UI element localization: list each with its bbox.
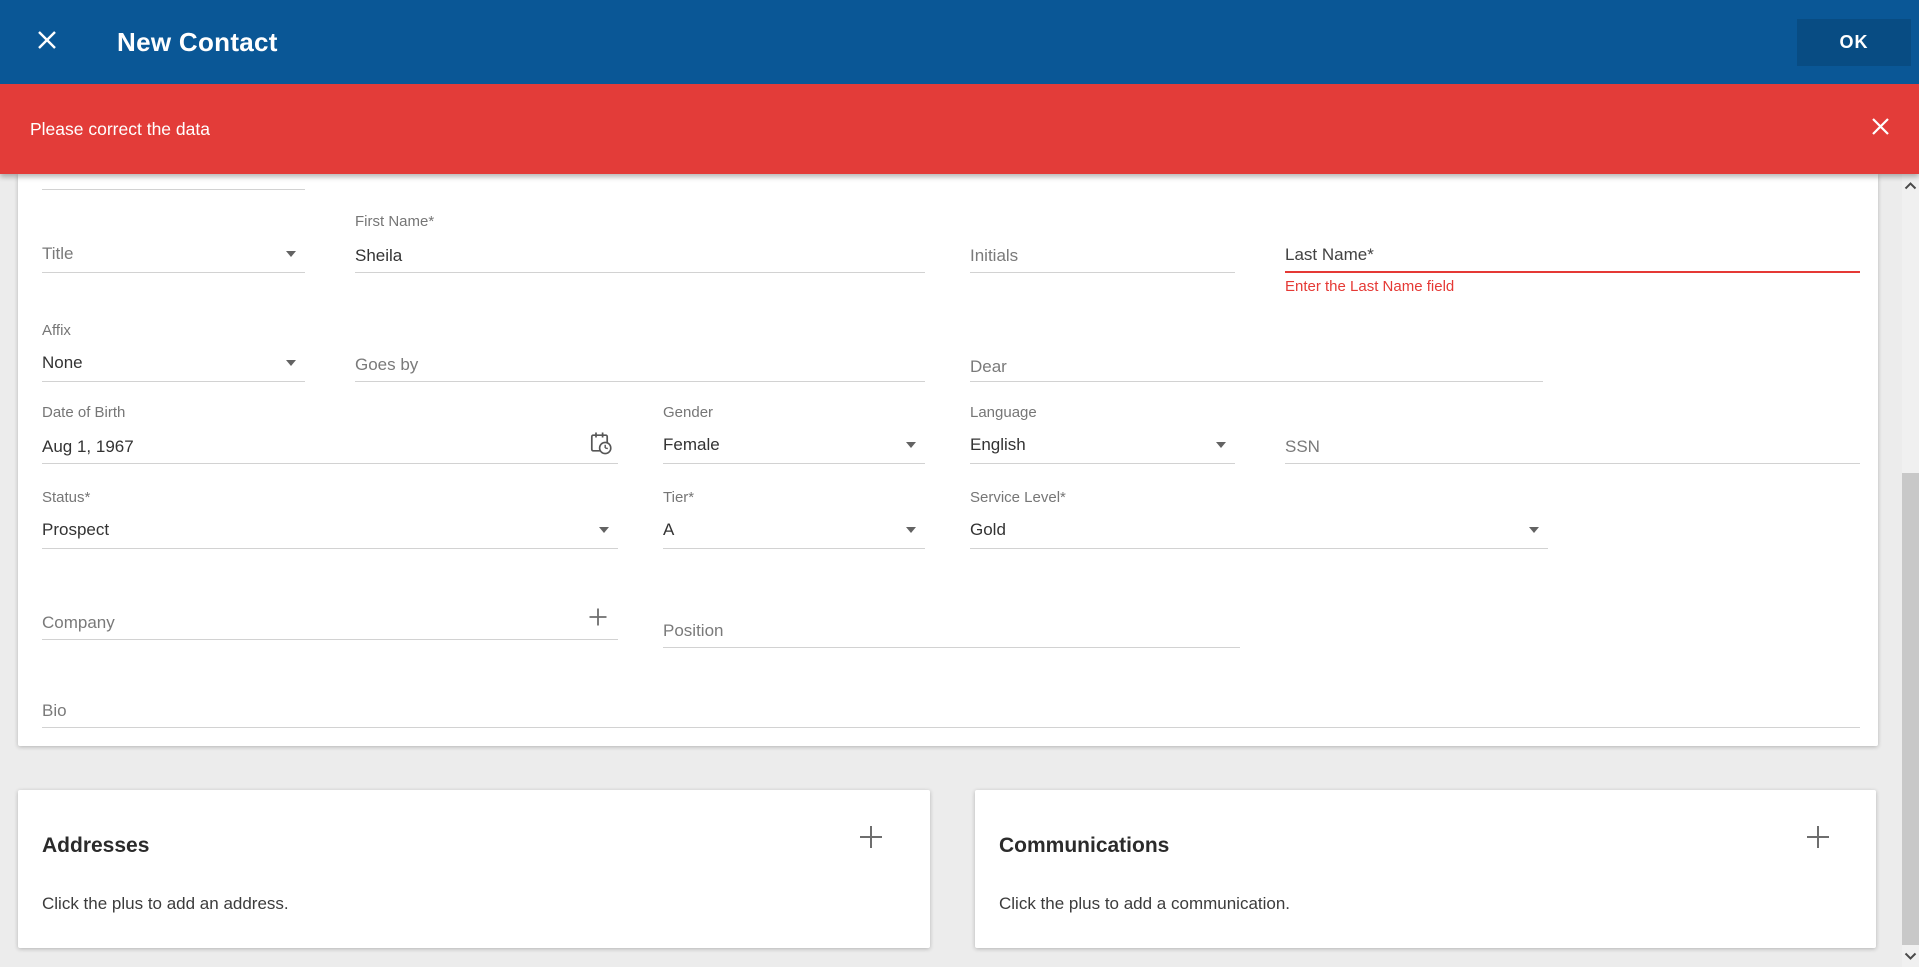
plus-icon <box>588 615 608 630</box>
last-name-input[interactable] <box>1285 245 1860 265</box>
addresses-hint: Click the plus to add an address. <box>42 894 289 914</box>
first-name-input[interactable] <box>355 246 925 266</box>
goes-by-input[interactable] <box>355 355 925 375</box>
tier-select[interactable]: Tier* A <box>663 479 925 549</box>
gender-select[interactable]: Gender Female <box>663 394 925 464</box>
bio-field-wrap <box>42 658 1860 728</box>
chevron-down-icon <box>1904 947 1917 965</box>
date-of-birth-label: Date of Birth <box>42 404 125 421</box>
add-address-button[interactable] <box>858 824 884 850</box>
add-company-button[interactable] <box>588 607 608 627</box>
close-dialog-button[interactable] <box>33 28 61 56</box>
error-banner-message: Please correct the data <box>30 84 210 174</box>
first-name-field-wrap: First Name* <box>355 203 925 273</box>
service-level-label: Service Level* <box>970 489 1066 506</box>
position-field-wrap <box>663 578 1240 648</box>
plus-icon <box>1805 838 1831 853</box>
affix-select[interactable]: Affix None <box>42 312 305 382</box>
new-contact-page: { "header": { "title": "New Contact", "o… <box>0 0 1919 967</box>
vertical-scrollbar[interactable] <box>1902 174 1919 967</box>
contact-form-card: Title First Name* Enter the Last Name fi… <box>18 174 1878 746</box>
last-name-field-wrap <box>1285 203 1860 273</box>
page-title: New Contact <box>117 0 278 84</box>
status-select-value: Prospect <box>42 520 618 540</box>
date-of-birth-input[interactable] <box>42 437 572 457</box>
service-level-select[interactable]: Service Level* Gold <box>970 479 1548 549</box>
dialog-header: New Contact OK <box>0 0 1919 84</box>
addresses-card: Addresses Click the plus to add an addre… <box>18 790 930 948</box>
gender-label: Gender <box>663 404 713 421</box>
date-of-birth-field-wrap: Date of Birth <box>42 394 618 464</box>
last-name-error-message: Enter the Last Name field <box>1285 278 1454 295</box>
scroll-down-button[interactable] <box>1902 947 1919 964</box>
tier-label: Tier* <box>663 489 694 506</box>
initials-input[interactable] <box>970 246 1235 266</box>
close-icon <box>35 28 59 57</box>
status-select[interactable]: Status* Prospect <box>42 479 618 549</box>
communications-card: Communications Click the plus to add a c… <box>975 790 1876 948</box>
communications-title: Communications <box>999 834 1169 858</box>
chevron-down-icon <box>906 442 916 448</box>
chevron-up-icon <box>1904 177 1917 195</box>
chevron-down-icon <box>599 527 609 533</box>
position-input[interactable] <box>663 621 1240 641</box>
language-select[interactable]: Language English <box>970 394 1235 464</box>
gender-select-value: Female <box>663 435 925 455</box>
ok-button[interactable]: OK <box>1797 19 1911 66</box>
affix-select-value: None <box>42 353 305 373</box>
chevron-down-icon <box>1216 442 1226 448</box>
ssn-input[interactable] <box>1285 437 1860 457</box>
first-name-label: First Name* <box>355 213 434 230</box>
bio-input[interactable] <box>42 701 1860 721</box>
title-select[interactable]: Title <box>42 203 305 273</box>
communications-hint: Click the plus to add a communication. <box>999 894 1290 914</box>
language-select-value: English <box>970 435 1235 455</box>
company-field-wrap <box>42 570 618 640</box>
affix-label: Affix <box>42 322 71 339</box>
chevron-down-icon <box>286 251 296 257</box>
dear-field-wrap <box>970 312 1543 382</box>
title-select-value: Title <box>42 244 305 264</box>
scrollbar-thumb[interactable] <box>1902 473 1919 945</box>
error-banner: Please correct the data <box>0 84 1919 174</box>
banner-close-icon <box>1871 117 1890 141</box>
company-input[interactable] <box>42 613 572 633</box>
add-communication-button[interactable] <box>1805 824 1831 850</box>
chevron-down-icon <box>906 527 916 533</box>
tier-select-value: A <box>663 520 925 540</box>
service-level-select-value: Gold <box>970 520 1548 540</box>
dismiss-banner-button[interactable] <box>1869 118 1891 140</box>
initials-field-wrap <box>970 203 1235 273</box>
plus-icon <box>858 838 884 853</box>
dear-input[interactable] <box>970 357 1543 377</box>
addresses-title: Addresses <box>42 834 149 858</box>
truncated-field-underline <box>42 189 305 190</box>
chevron-down-icon <box>1529 527 1539 533</box>
status-label: Status* <box>42 489 90 506</box>
goes-by-field-wrap <box>355 312 925 382</box>
calendar-clock-icon <box>590 444 612 459</box>
language-label: Language <box>970 404 1037 421</box>
chevron-down-icon <box>286 360 296 366</box>
date-picker-button[interactable] <box>590 431 612 456</box>
scroll-up-button[interactable] <box>1902 177 1919 194</box>
ssn-field-wrap <box>1285 394 1860 464</box>
